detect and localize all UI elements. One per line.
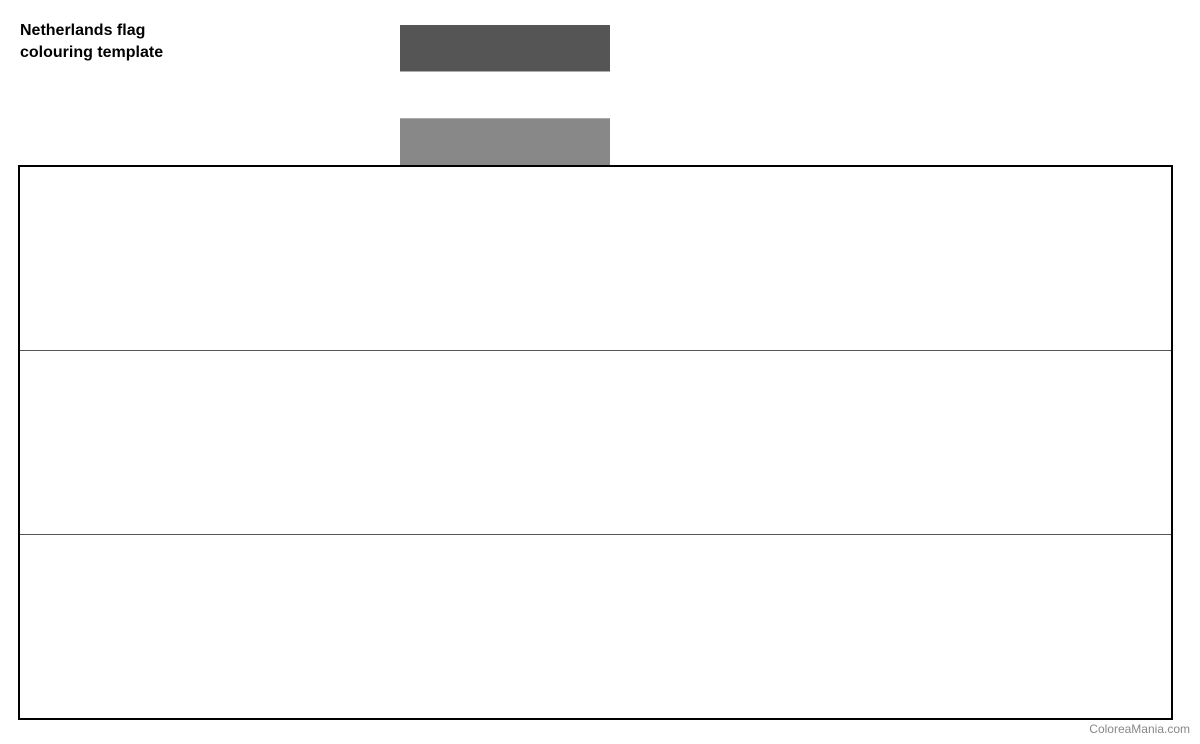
flag-template: [18, 165, 1173, 720]
flag-template-middle-stripe: [20, 351, 1171, 535]
flag-thumbnail: [400, 25, 610, 165]
flag-thumbnail-stripe-bottom: [400, 119, 610, 165]
page-title: Netherlands flag colouring template: [20, 20, 163, 65]
flag-thumbnail-stripe-top: [400, 25, 610, 71]
page-container: Netherlands flag colouring template Colo…: [0, 0, 1200, 744]
flag-thumbnail-stripe-middle: [400, 71, 610, 119]
flag-template-bottom-stripe: [20, 535, 1171, 718]
title-block: Netherlands flag colouring template: [20, 20, 163, 65]
flag-template-top-stripe: [20, 167, 1171, 351]
watermark: ColoreaMania.com: [1089, 722, 1190, 736]
